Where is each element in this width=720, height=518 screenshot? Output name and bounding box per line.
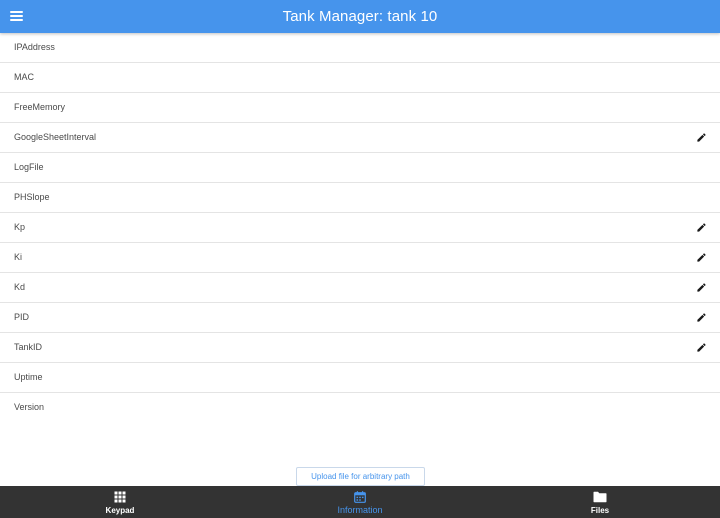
list-item-label: Uptime	[14, 372, 43, 382]
list-item-label: PID	[14, 312, 30, 322]
list-item-label: Kd	[14, 282, 26, 292]
settings-list: IPAddress MAC FreeMemory GoogleSheetInte…	[0, 33, 720, 422]
edit-pencil-icon[interactable]	[696, 132, 707, 143]
list-item-label: IPAddress	[14, 42, 55, 52]
edit-pencil-icon[interactable]	[696, 342, 707, 353]
list-item-label: GoogleSheetInterval	[14, 132, 97, 142]
bottom-navigation: Keypad Information Files	[0, 486, 720, 518]
edit-pencil-icon[interactable]	[696, 252, 707, 263]
calendar-icon	[354, 491, 366, 503]
page-title: Tank Manager: tank 10	[282, 8, 438, 25]
upload-file-button[interactable]: Upload file for arbitrary path	[296, 467, 425, 486]
list-item-label: MAC	[14, 72, 34, 82]
list-item-label: TankID	[14, 342, 43, 352]
list-item-tankid: TankID	[0, 333, 720, 363]
list-item-label: LogFile	[14, 162, 44, 172]
list-item-uptime: Uptime	[0, 363, 720, 393]
nav-tab-files[interactable]: Files	[480, 486, 720, 518]
list-item-ki: Ki	[0, 243, 720, 273]
keypad-grid-icon	[114, 491, 126, 503]
list-item-label: PHSlope	[14, 192, 50, 202]
list-item-label: Kp	[14, 222, 26, 232]
edit-pencil-icon[interactable]	[696, 222, 707, 233]
app-bar: Tank Manager: tank 10	[0, 0, 720, 33]
folder-icon	[593, 491, 607, 503]
list-item-kp: Kp	[0, 213, 720, 243]
nav-tab-keypad[interactable]: Keypad	[0, 486, 240, 518]
list-item-label: Version	[14, 402, 45, 412]
list-item-mac: MAC	[0, 63, 720, 93]
nav-tab-label: Keypad	[105, 506, 135, 515]
list-item-label: Ki	[14, 252, 23, 262]
list-item-pid: PID	[0, 303, 720, 333]
nav-tab-label: Files	[590, 506, 610, 515]
list-item-label: FreeMemory	[14, 102, 66, 112]
edit-pencil-icon[interactable]	[696, 312, 707, 323]
list-item-freememory: FreeMemory	[0, 93, 720, 123]
list-item-googlesheetinterval: GoogleSheetInterval	[0, 123, 720, 153]
list-item-version: Version	[0, 393, 720, 422]
nav-tab-label: Information	[337, 505, 383, 515]
edit-pencil-icon[interactable]	[696, 282, 707, 293]
list-item-ipaddress: IPAddress	[0, 33, 720, 63]
list-item-kd: Kd	[0, 273, 720, 303]
list-item-phslope: PHSlope	[0, 183, 720, 213]
nav-tab-information[interactable]: Information	[240, 486, 480, 518]
list-item-logfile: LogFile	[0, 153, 720, 183]
